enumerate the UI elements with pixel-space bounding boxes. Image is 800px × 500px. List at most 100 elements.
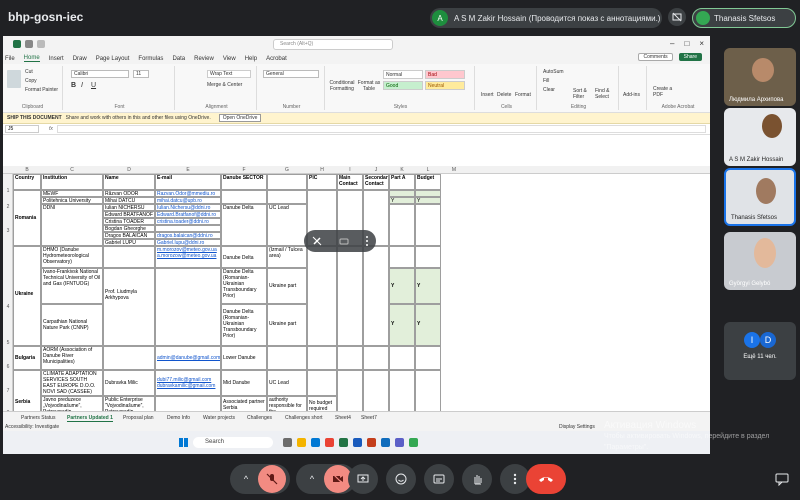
captions-button[interactable] xyxy=(424,464,454,494)
bold-icon[interactable]: B xyxy=(71,82,76,89)
font-size-select[interactable]: 11 xyxy=(133,70,149,78)
col-header[interactable]: I xyxy=(337,167,363,173)
name-box[interactable]: J5 xyxy=(5,125,39,133)
header-country[interactable]: Country xyxy=(13,174,41,190)
row-header[interactable]: 1 xyxy=(3,188,13,194)
header-budget[interactable]: Budget xyxy=(415,174,441,190)
cell[interactable]: Iulian NICHERSU xyxy=(103,204,155,211)
cell[interactable]: Răzvan ODOR xyxy=(103,190,155,197)
cell[interactable] xyxy=(415,370,441,416)
teams-taskbar-icon[interactable] xyxy=(395,438,404,447)
insert-cells-button[interactable]: Insert xyxy=(481,92,494,98)
cell[interactable]: Carpathian National Nature Park (CNNP) xyxy=(41,304,103,346)
camera-control[interactable]: ^ xyxy=(296,464,356,494)
sheet-tab[interactable]: Demo Info xyxy=(167,415,190,421)
open-onedrive-button[interactable]: Open OneDrive xyxy=(218,114,262,122)
fx-icon[interactable]: fx xyxy=(49,126,53,132)
outlook-taskbar-icon[interactable] xyxy=(381,438,390,447)
cell-email[interactable]: m.morozov@meteo.gov.ua a.morozow@meteo.go… xyxy=(155,246,221,268)
create-pdf-button[interactable]: Create a PDF xyxy=(653,86,679,98)
conditional-formatting-button[interactable]: Conditional Formatting xyxy=(329,80,355,92)
accessibility-status[interactable]: Accessibility: Investigate xyxy=(5,424,59,430)
sheet-tab[interactable]: Water projects xyxy=(203,415,235,421)
col-header[interactable]: E xyxy=(155,167,221,173)
cell[interactable]: Prof. Liudmyla Arkhypova xyxy=(103,268,155,346)
cell-budget[interactable]: Y xyxy=(415,197,441,204)
cell[interactable] xyxy=(363,346,389,370)
row-header[interactable]: 5 xyxy=(3,340,13,346)
cell[interactable] xyxy=(155,268,221,346)
self-presenting-chip[interactable]: Thanasis Sfetsos xyxy=(692,8,796,28)
style-bad[interactable]: Bad xyxy=(425,70,465,79)
participant-tile[interactable]: Людмила Архипова xyxy=(724,48,796,106)
col-header[interactable]: F xyxy=(221,167,267,173)
cell[interactable]: Dubravka Milic xyxy=(103,370,155,396)
excel-search[interactable]: Search (Alt+Q) xyxy=(273,39,393,50)
cell[interactable]: UC Lead xyxy=(267,204,307,246)
cell[interactable] xyxy=(363,246,389,346)
cell-email[interactable]: mihai.datcu@upb.ro xyxy=(155,197,221,204)
cell-ukraine[interactable]: Ukraine xyxy=(13,246,41,346)
cell-budget[interactable]: Y xyxy=(415,268,441,304)
edge-icon[interactable] xyxy=(311,438,320,447)
cell[interactable]: Lower Danube xyxy=(221,346,267,370)
chrome-icon[interactable] xyxy=(325,438,334,447)
file-explorer-icon[interactable] xyxy=(297,438,306,447)
presentation-icon[interactable] xyxy=(668,8,686,26)
merge-center-button[interactable]: Merge & Center xyxy=(207,82,242,88)
header-name[interactable]: Name xyxy=(103,174,155,190)
sheet-tab[interactable]: Partners Status xyxy=(21,415,55,421)
sheet-tab[interactable]: Sheet7 xyxy=(361,415,377,421)
tab-draw[interactable]: Draw xyxy=(73,56,87,62)
cell[interactable] xyxy=(337,370,363,416)
cell[interactable]: Dragos BALAICAN xyxy=(103,232,155,239)
col-header[interactable]: B xyxy=(13,167,41,173)
present-screen-button[interactable] xyxy=(348,464,378,494)
style-good[interactable]: Good xyxy=(383,81,423,90)
sort-filter-button[interactable]: Sort & Filter xyxy=(573,88,593,100)
tab-home[interactable]: Home xyxy=(23,55,40,62)
row-header[interactable]: 6 xyxy=(3,364,13,370)
raise-hand-button[interactable] xyxy=(462,464,492,494)
cell-serbia[interactable]: Serbia xyxy=(13,370,41,416)
more-participants-tile[interactable]: I D Ещё 11 чел. xyxy=(724,322,796,380)
tab-help[interactable]: Help xyxy=(245,56,257,62)
excel-taskbar-icon[interactable] xyxy=(339,438,348,447)
cell[interactable] xyxy=(307,346,337,370)
addins-button[interactable]: Add-ins xyxy=(623,92,640,98)
undo-icon[interactable] xyxy=(37,40,45,48)
more-vert-icon[interactable] xyxy=(365,235,369,247)
wrap-text-button[interactable]: Wrap Text xyxy=(207,70,251,78)
header-institution[interactable]: Institution xyxy=(41,174,103,190)
header-blank[interactable] xyxy=(267,174,307,190)
cell[interactable]: Politehnica University xyxy=(41,197,103,204)
cell-email[interactable]: cristina.toader@ddni.ro xyxy=(155,218,221,225)
cell[interactable] xyxy=(415,190,441,197)
save-icon[interactable] xyxy=(25,40,33,48)
spreadsheet-grid[interactable]: B C D E F G H I J K L M 1 2 3 4 5 6 7 8 … xyxy=(3,166,710,416)
sheet-tab[interactable]: Challenges short xyxy=(285,415,323,421)
row-header[interactable]: 3 xyxy=(3,228,13,234)
cell-part-a[interactable]: Y xyxy=(389,197,415,204)
row-header[interactable]: 2 xyxy=(3,204,13,210)
cell[interactable]: Danube Delta (Romanian-Ukrainian Transbo… xyxy=(221,304,267,346)
reactions-button[interactable] xyxy=(386,464,416,494)
header-main-contact[interactable]: Main Contact xyxy=(337,174,363,190)
cell[interactable]: UC Lead xyxy=(267,370,307,396)
cell[interactable] xyxy=(103,346,155,370)
cell[interactable]: Danube Delta xyxy=(221,204,267,246)
cell[interactable] xyxy=(337,346,363,370)
task-view-icon[interactable] xyxy=(283,438,292,447)
cell[interactable]: Gabriel LUPU xyxy=(103,239,155,246)
col-header[interactable]: K xyxy=(389,167,415,173)
paste-icon[interactable] xyxy=(7,70,21,88)
sheet-tab[interactable]: Challenges xyxy=(247,415,272,421)
cell-email[interactable]: admin@danube@gmail.com xyxy=(155,346,221,370)
cell-email[interactable]: dragos.balaican@ddni.ro xyxy=(155,232,221,239)
cell[interactable]: Ukraine part xyxy=(267,268,307,304)
underline-icon[interactable]: U xyxy=(91,82,96,89)
header-part-a[interactable]: Part A xyxy=(389,174,415,190)
comments-button[interactable]: Comments xyxy=(638,53,673,61)
cell-bulgaria[interactable]: Bulgaria xyxy=(13,346,41,370)
participant-tile[interactable]: A S M Zakir Hossain xyxy=(724,108,796,166)
